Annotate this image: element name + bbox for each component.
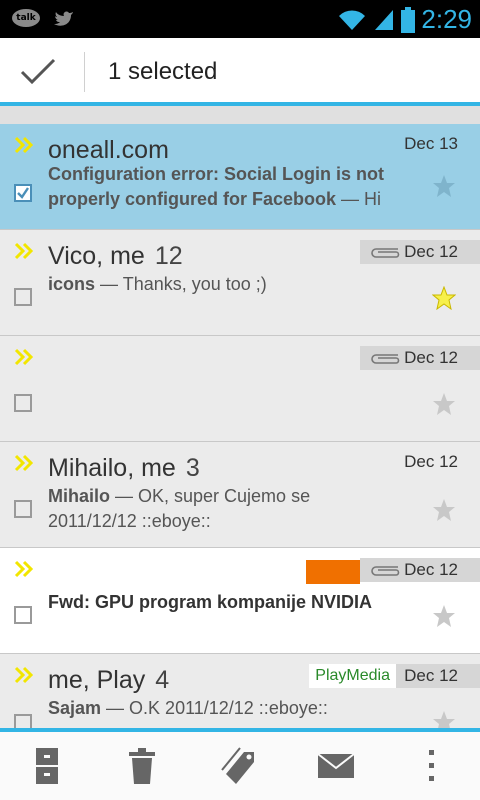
conversation-row[interactable]: Dec 12 <box>0 336 480 442</box>
conversation-row[interactable]: Mihailo, me 3 Dec 12 Mihailo — OK, super … <box>0 442 480 548</box>
trash-icon[interactable] <box>120 746 164 786</box>
talk-notification-icon: talk <box>12 9 40 27</box>
envelope-icon[interactable] <box>314 746 358 786</box>
archive-icon[interactable] <box>26 746 70 786</box>
star-icon[interactable] <box>432 392 456 416</box>
status-bar: talk 2:29 <box>0 0 480 38</box>
checkmark-icon <box>17 187 29 199</box>
select-checkbox[interactable] <box>14 500 32 518</box>
sender-name: me, Play 4 <box>48 666 170 694</box>
date-tag: Dec 12 <box>360 240 480 264</box>
conversation-row[interactable]: Dec 12 Fwd: GPU program kompanije NVIDIA <box>0 548 480 654</box>
message-count: 12 <box>154 242 183 270</box>
conversation-date: Dec 13 <box>404 134 458 153</box>
overflow-menu-icon[interactable] <box>410 746 454 786</box>
sender-name: Vico, me 12 <box>48 242 183 270</box>
star-icon[interactable] <box>432 498 456 522</box>
attachment-icon <box>371 566 400 576</box>
star-icon[interactable] <box>432 174 456 198</box>
label-color-chip <box>306 560 360 584</box>
attachment-icon <box>371 248 400 258</box>
sender-name: oneall.com <box>48 136 169 164</box>
conversation-list[interactable]: oneall.com Dec 13 Configuration error: S… <box>0 106 480 728</box>
conversation-date: Dec 12 <box>404 242 458 261</box>
conversation-date: Dec 12 <box>404 560 458 579</box>
conversation-subject: Sajam — O.K 2011/12/12 ::eboye:: <box>48 698 328 718</box>
selection-count-title: 1 selected <box>108 58 218 85</box>
conversation-date: Dec 12 <box>404 348 458 367</box>
select-checkbox[interactable] <box>14 606 32 624</box>
importance-marker-icon[interactable] <box>14 560 36 578</box>
list-top-spacer <box>0 106 480 124</box>
message-count: 4 <box>155 666 170 694</box>
conversation-row[interactable]: Vico, me 12 Dec 12 icons — Thanks, you to… <box>0 230 480 336</box>
conversation-row[interactable]: oneall.com Dec 13 Configuration error: S… <box>0 124 480 230</box>
wifi-icon <box>339 9 366 30</box>
battery-icon <box>401 6 416 33</box>
star-icon[interactable] <box>432 604 456 628</box>
sender-name: Mihailo, me 3 <box>48 454 200 482</box>
importance-marker-icon[interactable] <box>14 666 36 684</box>
twitter-notification-icon <box>54 11 73 26</box>
bottom-action-bar <box>0 728 480 800</box>
label-chip: PlayMedia <box>309 664 396 688</box>
clock: 2:29 <box>421 4 472 34</box>
conversation-row[interactable]: me, Play 4 PlayMedia Dec 12 Sajam — O.K 2… <box>0 654 480 728</box>
conversation-date: Dec 12 <box>404 452 458 471</box>
label-icon[interactable] <box>218 746 262 786</box>
importance-marker-icon[interactable] <box>14 348 36 366</box>
message-count: 3 <box>185 454 200 482</box>
done-check-icon[interactable] <box>18 56 58 88</box>
importance-marker-icon[interactable] <box>14 242 36 260</box>
date-tag: Dec 12 <box>360 558 480 582</box>
contextual-action-bar: 1 selected <box>0 38 480 106</box>
select-checkbox[interactable] <box>14 394 32 412</box>
attachment-icon <box>371 354 400 364</box>
conversation-subject: icons — Thanks, you too ;) <box>48 274 267 294</box>
select-checkbox[interactable] <box>14 714 32 728</box>
conversation-subject: Mihailo — OK, super Cujemo se 2011/12/12… <box>48 486 311 531</box>
signal-icon <box>375 9 394 30</box>
date-tag: Dec 12 <box>396 664 480 688</box>
star-icon[interactable] <box>432 710 456 728</box>
conversation-date: Dec 12 <box>404 666 458 685</box>
date-tag: Dec 12 <box>360 346 480 370</box>
select-checkbox[interactable] <box>14 184 32 202</box>
star-icon[interactable] <box>432 286 456 310</box>
select-checkbox[interactable] <box>14 288 32 306</box>
conversation-subject: Fwd: GPU program kompanije NVIDIA <box>48 592 373 612</box>
action-bar-divider <box>84 52 85 92</box>
importance-marker-icon[interactable] <box>14 454 36 472</box>
conversation-subject: Configuration error: Social Login is not… <box>48 164 384 209</box>
importance-marker-icon[interactable] <box>14 136 36 154</box>
